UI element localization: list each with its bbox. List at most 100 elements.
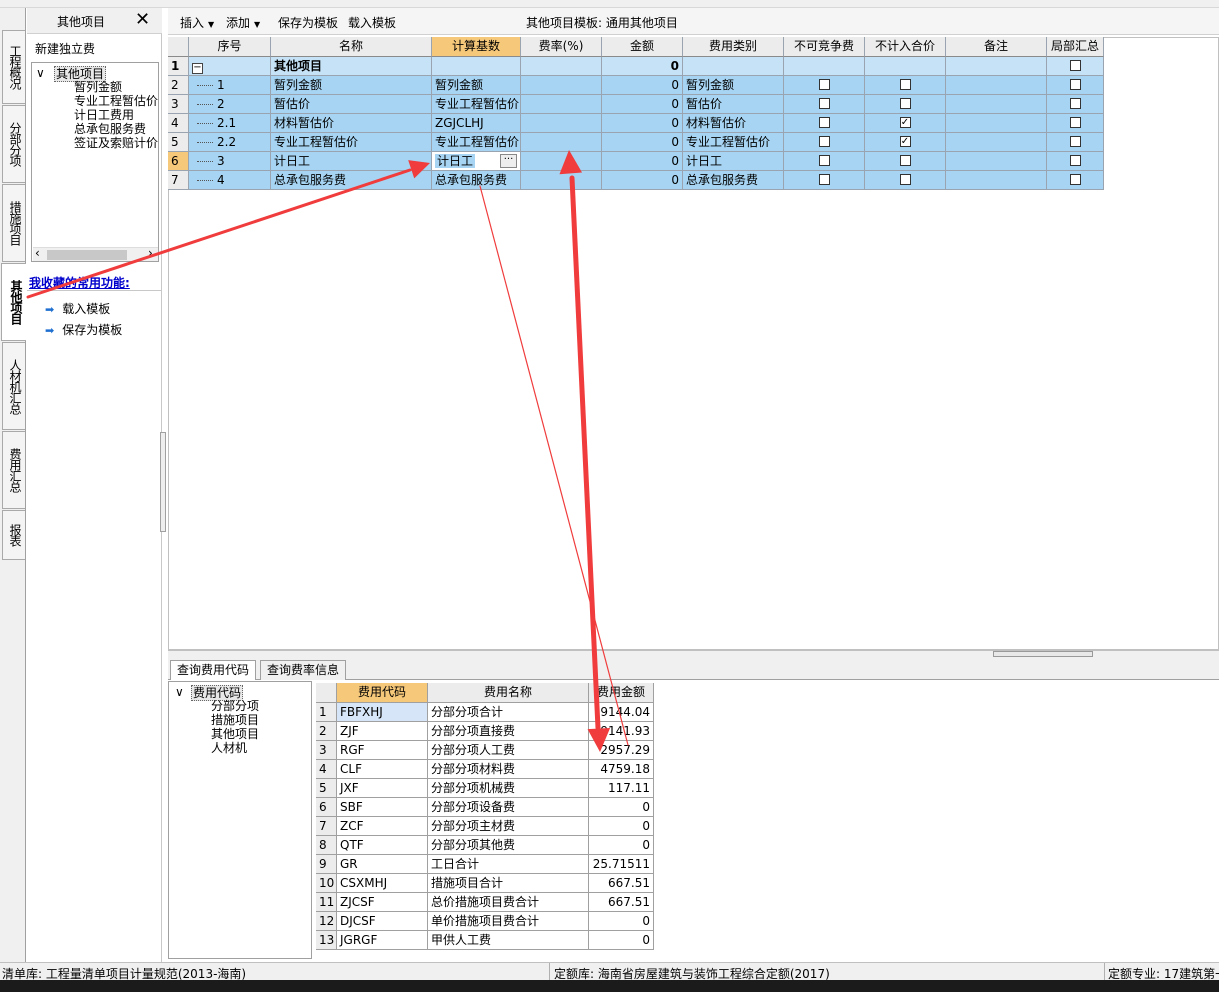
row-number[interactable]: 5 xyxy=(316,779,337,798)
cost-code-cell[interactable]: QTF xyxy=(337,836,428,855)
table-row[interactable]: 5 JXF 分部分项机械费 117.11 xyxy=(316,779,654,798)
header-category[interactable]: 费用类别 xyxy=(683,37,784,57)
save-as-template-button[interactable]: 保存为模板 xyxy=(278,14,338,31)
header-cost-name[interactable]: 费用名称 xyxy=(428,683,589,703)
tab-query-cost-code[interactable]: 查询费用代码 xyxy=(170,660,257,680)
header-amount[interactable]: 金额 xyxy=(602,37,683,57)
remark-cell[interactable] xyxy=(946,57,1047,76)
tree-item[interactable]: 总承包服务费 xyxy=(74,122,146,136)
row-number[interactable]: 8 xyxy=(316,836,337,855)
partial-summary-checkbox[interactable] xyxy=(1069,60,1081,71)
rate-cell[interactable] xyxy=(521,133,602,152)
cost-amount-cell[interactable]: 667.51 xyxy=(589,874,654,893)
table-row[interactable]: 2 1 暂列金额 暂列金额 0 暂列金额 xyxy=(168,76,1104,95)
cost-amount-cell[interactable]: 0 xyxy=(589,931,654,950)
header-cost-code[interactable]: 费用代码 xyxy=(337,683,428,703)
calc-base-cell[interactable]: 总承包服务费 xyxy=(432,171,521,190)
header-seq[interactable]: 序号 xyxy=(189,37,271,57)
table-row[interactable]: 3 2 暂估价 专业工程暂估价 0 暂估价 xyxy=(168,95,1104,114)
table-row[interactable]: 4 CLF 分部分项材料费 4759.18 xyxy=(316,760,654,779)
table-row[interactable]: 7 4 总承包服务费 总承包服务费 0 总承包服务费 xyxy=(168,171,1104,190)
row-number[interactable]: 3 xyxy=(168,95,189,114)
new-independent-fee-button[interactable]: 新建独立费 xyxy=(35,40,95,57)
remark-cell[interactable] xyxy=(946,133,1047,152)
partial-summary-checkbox[interactable] xyxy=(1069,117,1081,128)
cost-code-cell[interactable]: ZCF xyxy=(337,817,428,836)
remark-cell[interactable] xyxy=(946,95,1047,114)
remark-cell[interactable] xyxy=(946,171,1047,190)
tree-item[interactable]: 其他项目 xyxy=(211,727,259,741)
category-cell[interactable]: 计日工 xyxy=(683,152,784,171)
amount-cell[interactable]: 0 xyxy=(602,171,683,190)
row-number[interactable]: 1 xyxy=(168,57,189,76)
row-number[interactable]: 13 xyxy=(316,931,337,950)
amount-cell[interactable]: 0 xyxy=(602,76,683,95)
category-cell[interactable]: 总承包服务费 xyxy=(683,171,784,190)
partial-summary-checkbox[interactable] xyxy=(1069,136,1081,147)
cost-name-cell[interactable]: 单价措施项目费合计 xyxy=(428,912,589,931)
cost-amount-cell[interactable]: 2957.29 xyxy=(589,741,654,760)
row-number[interactable]: 4 xyxy=(316,760,337,779)
seq-cell[interactable]: 4 xyxy=(189,171,271,190)
cost-name-cell[interactable]: 分部分项设备费 xyxy=(428,798,589,817)
tree-item[interactable]: 分部分项 xyxy=(211,699,259,713)
non-competitive-checkbox[interactable] xyxy=(818,79,830,90)
cost-code-cell[interactable]: ZJF xyxy=(337,722,428,741)
exclude-total-checkbox[interactable] xyxy=(899,98,911,109)
name-cell[interactable]: 总承包服务费 xyxy=(271,171,432,190)
seq-cell[interactable]: 2 xyxy=(189,95,271,114)
cost-code-cell[interactable]: GR xyxy=(337,855,428,874)
close-icon[interactable]: ✕ xyxy=(135,9,150,30)
non-competitive-checkbox[interactable] xyxy=(818,117,830,128)
rate-cell[interactable] xyxy=(521,76,602,95)
add-button[interactable]: 添加 ▼ xyxy=(226,14,260,31)
row-number[interactable]: 12 xyxy=(316,912,337,931)
cost-amount-cell[interactable]: 25.71511 xyxy=(589,855,654,874)
tab-query-rate-info[interactable]: 查询费率信息 xyxy=(260,660,347,680)
cost-name-cell[interactable]: 分部分项机械费 xyxy=(428,779,589,798)
row-number[interactable]: 7 xyxy=(316,817,337,836)
cost-name-cell[interactable]: 分部分项人工费 xyxy=(428,741,589,760)
cost-name-cell[interactable]: 措施项目合计 xyxy=(428,874,589,893)
seq-cell[interactable]: 1 xyxy=(189,76,271,95)
cost-amount-cell[interactable]: 0 xyxy=(589,817,654,836)
exclude-total-checkbox[interactable] xyxy=(899,174,911,185)
non-competitive-checkbox[interactable] xyxy=(818,155,830,166)
remark-cell[interactable] xyxy=(946,114,1047,133)
vtab-measures[interactable]: 措施项目 xyxy=(2,184,25,262)
amount-cell[interactable]: 0 xyxy=(602,152,683,171)
category-cell[interactable]: 暂列金额 xyxy=(683,76,784,95)
cost-code-cell[interactable]: CSXMHJ xyxy=(337,874,428,893)
cost-name-cell[interactable]: 甲供人工费 xyxy=(428,931,589,950)
cost-code-cell[interactable]: SBF xyxy=(337,798,428,817)
amount-cell[interactable]: 0 xyxy=(602,95,683,114)
calc-base-cell[interactable]: 专业工程暂估价 xyxy=(432,133,521,152)
row-number[interactable]: 3 xyxy=(316,741,337,760)
tree-item[interactable]: 专业工程暂估价 xyxy=(74,94,158,108)
name-cell[interactable]: 暂列金额 xyxy=(271,76,432,95)
header-name[interactable]: 名称 xyxy=(271,37,432,57)
row-number[interactable]: 2 xyxy=(168,76,189,95)
non-competitive-checkbox[interactable] xyxy=(818,174,830,185)
exclude-total-checkbox[interactable] xyxy=(899,155,911,166)
category-cell[interactable]: 专业工程暂估价 xyxy=(683,133,784,152)
row-number[interactable]: 5 xyxy=(168,133,189,152)
name-cell[interactable]: 计日工 xyxy=(271,152,432,171)
row-number[interactable]: 2 xyxy=(316,722,337,741)
table-row[interactable]: 12 DJCSF 单价措施项目费合计 0 xyxy=(316,912,654,931)
cost-amount-cell[interactable]: 9144.04 xyxy=(589,703,654,722)
tree-item[interactable]: 措施项目 xyxy=(211,713,259,727)
row-number[interactable]: 6 xyxy=(168,152,189,171)
row-number[interactable]: 11 xyxy=(316,893,337,912)
calc-base-cell[interactable]: 计日工 ··· xyxy=(432,152,521,171)
category-cell[interactable]: 材料暂估价 xyxy=(683,114,784,133)
table-row[interactable]: 11 ZJCSF 总价措施项目费合计 667.51 xyxy=(316,893,654,912)
rate-cell[interactable] xyxy=(521,152,602,171)
table-row[interactable]: 4 2.1 材料暂估价 ZGJCLHJ 0 材料暂估价 ✓ xyxy=(168,114,1104,133)
cost-amount-cell[interactable]: 0 xyxy=(589,798,654,817)
remark-cell[interactable] xyxy=(946,76,1047,95)
table-row[interactable]: 8 QTF 分部分项其他费 0 xyxy=(316,836,654,855)
table-row[interactable]: 6 3 计日工 计日工 ··· 0 计日工 xyxy=(168,152,1104,171)
row-number[interactable]: 10 xyxy=(316,874,337,893)
calc-base-cell[interactable]: ZGJCLHJ xyxy=(432,114,521,133)
